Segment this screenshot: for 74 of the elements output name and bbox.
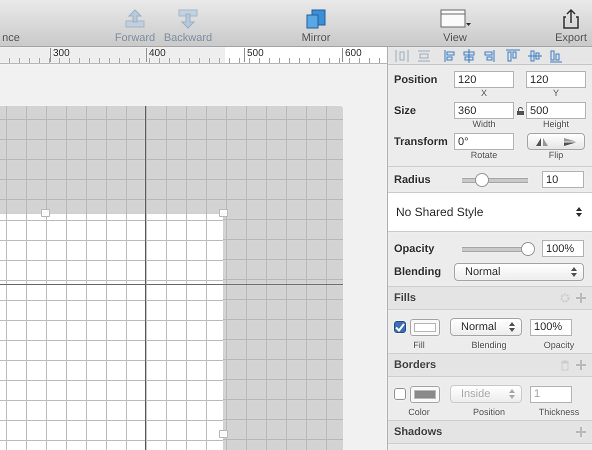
width-field[interactable]: 360 <box>454 102 514 119</box>
backward-icon <box>176 8 200 30</box>
selected-rectangle[interactable] <box>0 214 223 450</box>
field-caption: X <box>480 88 487 99</box>
height-field[interactable]: 500 <box>526 102 586 119</box>
export-icon <box>562 8 580 30</box>
blending-dropdown[interactable]: Normal <box>454 262 584 280</box>
align-bottom-icon[interactable] <box>550 50 562 62</box>
column-caption: Position <box>472 407 506 418</box>
flip-control[interactable] <box>527 133 585 150</box>
stepper-icon <box>571 266 577 276</box>
radius-field[interactable]: 10 <box>542 171 584 188</box>
align-middle-icon[interactable] <box>528 50 542 61</box>
field-caption: Flip <box>548 150 564 161</box>
opacity-label: Opacity <box>394 242 436 254</box>
toolbar-button[interactable]: nce <box>0 4 22 44</box>
view-icon <box>439 8 471 30</box>
forward-icon <box>123 8 147 30</box>
opacity-field[interactable]: 100% <box>542 240 584 257</box>
shared-style-dropdown[interactable]: No Shared Style <box>388 193 592 232</box>
mirror-icon <box>304 8 328 30</box>
toolbar-button[interactable]: View <box>430 4 480 44</box>
shadows-title: Shadows <box>394 426 442 438</box>
align-top-icon[interactable] <box>506 49 520 61</box>
align-left-icon[interactable] <box>444 49 454 62</box>
flip-horizontal-icon[interactable] <box>535 136 549 146</box>
transform-label: Transform <box>394 135 449 148</box>
toolbar-button[interactable]: Mirror <box>286 4 346 44</box>
distribute-vertical-icon[interactable] <box>418 50 430 61</box>
blending-label: Blending <box>394 266 442 278</box>
field-caption: Rotate <box>470 150 498 161</box>
flip-vertical-icon[interactable] <box>563 136 577 146</box>
field-caption: Width <box>472 119 496 130</box>
stepper-icon <box>509 389 515 399</box>
column-caption: Opacity <box>544 340 574 351</box>
column-caption: Fill <box>413 340 425 351</box>
ruler-label: 300 <box>50 48 70 62</box>
ruler-label: 600 <box>342 48 362 62</box>
lock-icon[interactable] <box>516 107 524 115</box>
stepper-icon <box>576 207 582 217</box>
add-icon[interactable] <box>575 293 586 303</box>
checkbox[interactable] <box>394 388 406 400</box>
position-label: Position <box>394 73 438 86</box>
borders-title: Borders <box>394 359 436 371</box>
fills-title: Fills <box>394 292 416 304</box>
blending-dropdown[interactable]: Normal <box>450 318 522 336</box>
radius-label: Radius <box>394 174 432 186</box>
add-icon[interactable] <box>576 427 586 437</box>
stepper-icon <box>509 322 515 332</box>
color-well[interactable] <box>410 386 440 402</box>
resize-handle[interactable] <box>41 209 50 217</box>
slider-thumb[interactable] <box>474 172 489 186</box>
add-icon[interactable] <box>575 360 586 370</box>
size-label: Size <box>394 104 418 117</box>
ruler-label: 500 <box>244 48 264 62</box>
checkbox[interactable] <box>394 321 406 333</box>
x-field[interactable]: 120 <box>454 71 514 88</box>
ruler-label: 400 <box>146 48 166 62</box>
column-caption: Thickness <box>538 407 580 418</box>
resize-handle[interactable] <box>219 430 228 438</box>
toolbar-button[interactable]: Export <box>550 4 592 44</box>
rotate-field[interactable]: 0° <box>454 133 514 150</box>
column-caption: Blending <box>471 340 507 351</box>
align-right-icon[interactable] <box>484 49 494 62</box>
y-field[interactable]: 120 <box>526 71 586 88</box>
color-well[interactable] <box>410 318 440 336</box>
align-center-icon[interactable] <box>464 48 474 63</box>
slider-thumb[interactable] <box>521 242 535 256</box>
field-caption: Height <box>542 119 569 130</box>
field-caption: Y <box>552 88 559 99</box>
distribute-horizontal-icon[interactable] <box>396 49 408 62</box>
resize-handle[interactable] <box>219 209 228 217</box>
opacity-field[interactable]: 100% <box>530 318 572 336</box>
column-caption: Color <box>408 407 430 418</box>
